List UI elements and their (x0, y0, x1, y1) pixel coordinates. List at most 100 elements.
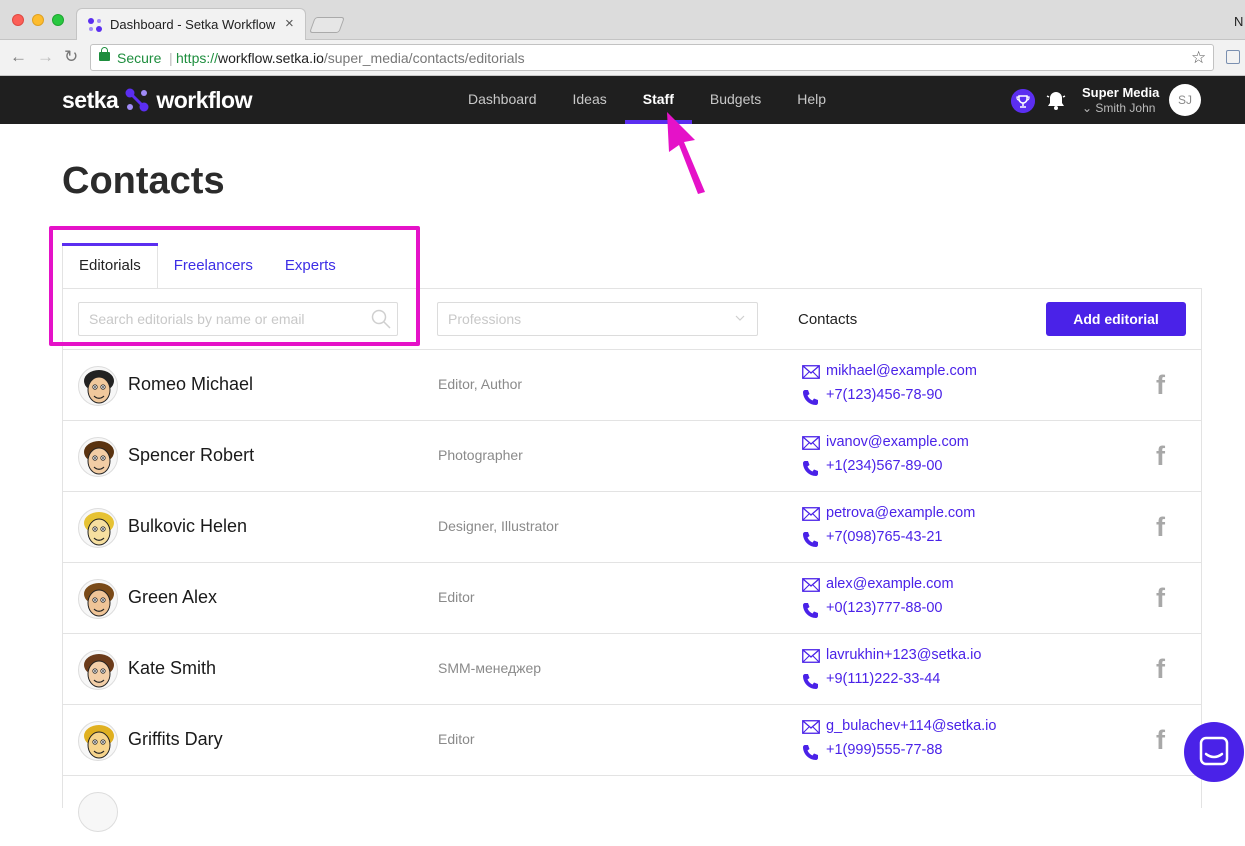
avatar[interactable] (78, 579, 118, 619)
contact-phone-link[interactable]: +9(111)222-33-44 (826, 671, 940, 687)
forward-arrow-icon[interactable]: → (37, 47, 54, 67)
contact-email-link[interactable]: g_bulachev+114@setka.io (826, 718, 996, 734)
avatar-face-icon (84, 725, 114, 759)
contact-role: Editor (438, 731, 475, 747)
phone-icon (803, 461, 818, 476)
table-row[interactable]: Green Alex Editor alex@example.com +0(12… (62, 562, 1202, 633)
browser-tab-strip: Dashboard - Setka Workflow × N (0, 0, 1245, 40)
add-editorial-button[interactable]: Add editorial (1046, 302, 1186, 336)
user-company-name[interactable]: Super Media (1082, 85, 1159, 100)
logo-text-workflow: workflow (156, 86, 252, 113)
lock-icon (99, 47, 110, 61)
avatar-face-icon (84, 583, 114, 617)
window-close-button[interactable] (12, 14, 24, 26)
search-input[interactable] (79, 303, 359, 335)
contact-phone-link[interactable]: +0(123)777-88-00 (826, 600, 943, 616)
chevron-down-icon (735, 315, 745, 321)
avatar[interactable]: SJ (1169, 84, 1201, 116)
avatar[interactable] (78, 366, 118, 406)
table-row[interactable] (62, 775, 1202, 846)
contact-phone-link[interactable]: +7(098)765-43-21 (826, 529, 943, 545)
phone-icon (803, 674, 818, 689)
search-field (78, 302, 398, 336)
contact-email-link[interactable]: petrova@example.com (826, 505, 975, 521)
user-name[interactable]: ⌄ Smith John (1082, 101, 1155, 115)
facebook-icon[interactable]: f (1156, 725, 1165, 756)
extension-icon[interactable] (1226, 50, 1240, 64)
facebook-icon[interactable]: f (1156, 370, 1165, 401)
address-bar[interactable]: Secure | https://workflow.setka.io/super… (90, 44, 1214, 71)
url-path: /super_media/contacts/editorials (323, 50, 525, 66)
contact-email-link[interactable]: lavrukhin+123@setka.io (826, 647, 981, 663)
mail-icon (802, 720, 820, 734)
tab-editorials[interactable]: Editorials (62, 243, 158, 289)
phone-icon (803, 745, 818, 760)
contact-role: Editor (438, 589, 475, 605)
back-arrow-icon[interactable]: ← (10, 47, 27, 67)
avatar[interactable] (78, 721, 118, 761)
url-text[interactable]: https://workflow.setka.io/super_media/co… (176, 50, 525, 66)
reload-icon[interactable]: ↻ (64, 47, 78, 67)
url-scheme: https:// (176, 50, 219, 66)
contact-name[interactable]: Bulkovic Helen (128, 516, 247, 537)
contact-role: Editor, Author (438, 376, 523, 392)
app-logo[interactable]: setka workflow (62, 84, 252, 116)
window-zoom-button[interactable] (52, 14, 64, 26)
contact-name[interactable]: Kate Smith (128, 658, 216, 679)
mail-icon (802, 436, 820, 450)
contact-phone-link[interactable]: +1(234)567-89-00 (826, 458, 943, 474)
trophy-icon[interactable] (1011, 89, 1035, 113)
new-tab-button[interactable] (309, 17, 345, 33)
table-row[interactable]: Bulkovic Helen Designer, Illustrator pet… (62, 491, 1202, 562)
facebook-icon[interactable]: f (1156, 654, 1165, 685)
contact-name[interactable]: Spencer Robert (128, 445, 254, 466)
contact-name[interactable]: Griffits Dary (128, 729, 223, 750)
page-title: Contacts (62, 160, 225, 202)
browser-tab[interactable]: Dashboard - Setka Workflow × (76, 8, 306, 40)
avatar-face-icon (84, 654, 114, 688)
window-minimize-button[interactable] (32, 14, 44, 26)
mail-icon (802, 507, 820, 521)
chevron-down-icon: ⌄ (1082, 101, 1096, 115)
nav-item-help[interactable]: Help (779, 76, 844, 124)
tab-close-icon[interactable]: × (285, 15, 294, 32)
chat-icon (1199, 736, 1229, 766)
avatar[interactable] (78, 650, 118, 690)
search-icon[interactable] (371, 309, 391, 329)
user-name-text: Smith John (1095, 101, 1156, 115)
nav-item-dashboard[interactable]: Dashboard (450, 76, 555, 124)
avatar[interactable] (78, 792, 118, 832)
phone-icon (803, 603, 818, 618)
table-row[interactable]: Kate Smith SMM-менеджер lavrukhin+123@se… (62, 633, 1202, 704)
annotation-arrow-icon (667, 112, 705, 194)
avatar[interactable] (78, 508, 118, 548)
contact-tabs: Editorials Freelancers Experts (62, 243, 352, 289)
contact-email-link[interactable]: alex@example.com (826, 576, 954, 592)
contact-name[interactable]: Romeo Michael (128, 374, 253, 395)
facebook-icon[interactable]: f (1156, 441, 1165, 472)
contact-phone-link[interactable]: +1(999)555-77-88 (826, 742, 943, 758)
bookmark-star-icon[interactable]: ☆ (1191, 48, 1206, 68)
facebook-icon[interactable]: f (1156, 583, 1165, 614)
contact-email-link[interactable]: ivanov@example.com (826, 434, 969, 450)
contact-phone-link[interactable]: +7(123)456-78-90 (826, 387, 943, 403)
notification-bell-icon[interactable] (1045, 89, 1067, 111)
table-row[interactable]: Griffits Dary Editor g_bulachev+114@setk… (62, 704, 1202, 775)
tab-freelancers[interactable]: Freelancers (158, 243, 269, 289)
tab-experts[interactable]: Experts (269, 243, 352, 289)
contacts-column-header: Contacts (798, 311, 858, 328)
table-row[interactable]: Romeo Michael Editor, Author mikhael@exa… (62, 349, 1202, 420)
avatar[interactable] (78, 437, 118, 477)
address-separator: | (169, 50, 173, 66)
mail-icon (802, 365, 820, 379)
professions-select[interactable]: Professions (437, 302, 758, 336)
contact-name[interactable]: Green Alex (128, 587, 217, 608)
chat-widget-button[interactable] (1184, 722, 1244, 782)
table-row[interactable]: Spencer Robert Photographer ivanov@examp… (62, 420, 1202, 491)
nav-item-ideas[interactable]: Ideas (555, 76, 625, 124)
contact-email-link[interactable]: mikhael@example.com (826, 363, 977, 379)
secure-label: Secure (117, 50, 162, 66)
logo-text-setka: setka (62, 86, 119, 113)
url-host: workflow.setka.io (218, 50, 324, 66)
facebook-icon[interactable]: f (1156, 512, 1165, 543)
